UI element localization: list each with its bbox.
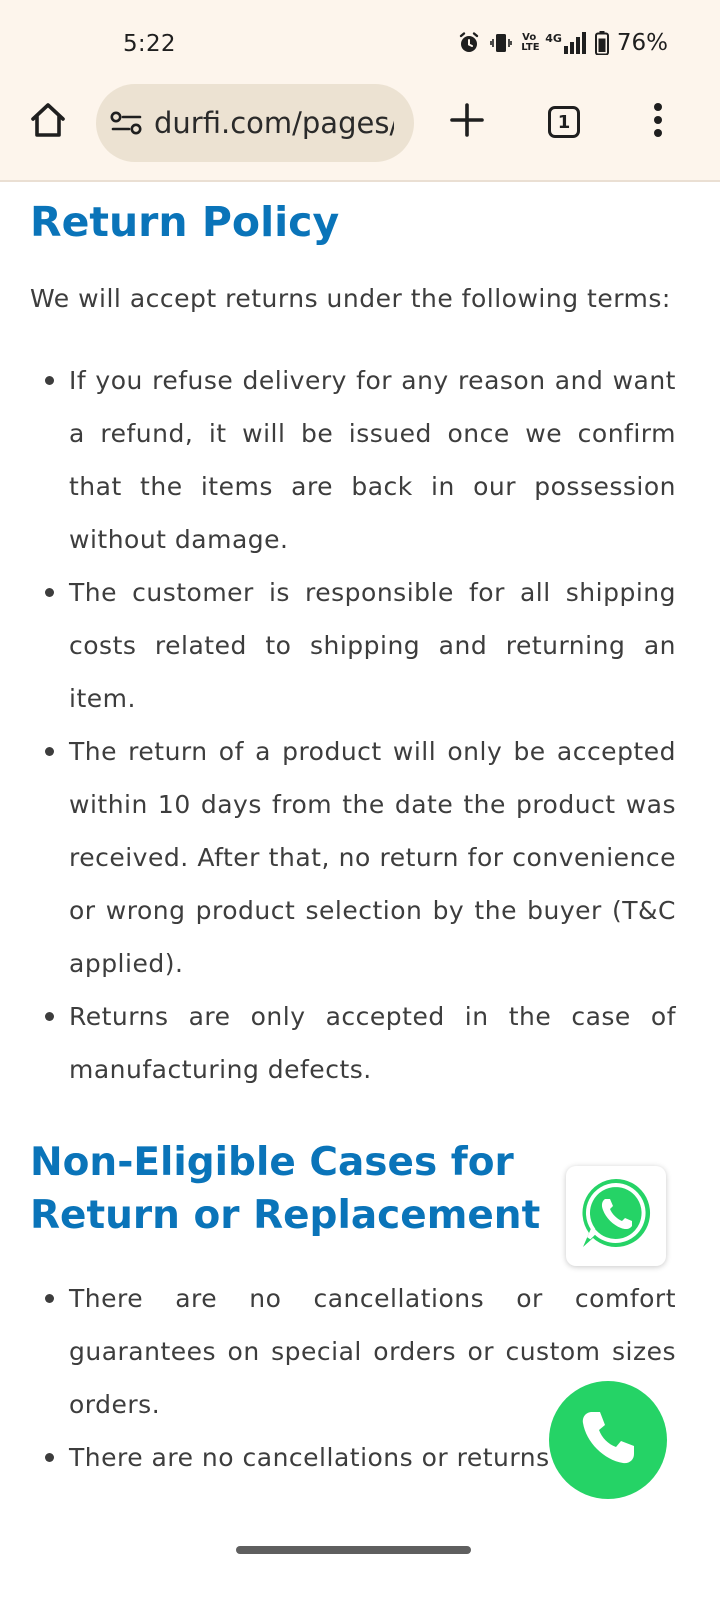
status-icons: Vo LTE 4G 76% <box>457 30 668 56</box>
return-policy-heading: Return Policy <box>30 198 340 246</box>
address-bar[interactable]: durfi.com/pages/ <box>96 84 414 162</box>
list-item: The customer is responsible for all ship… <box>30 566 676 725</box>
url-text: durfi.com/pages/ <box>154 106 394 140</box>
tab-switcher-icon: 1 <box>548 106 580 138</box>
volte-icon: Vo LTE <box>521 33 540 53</box>
list-item: Returns are only accepted in the case of… <box>30 990 676 1096</box>
whatsapp-button[interactable] <box>566 1166 666 1266</box>
page-content: Return Policy We will accept returns und… <box>30 182 676 1484</box>
signal-icon: 4G <box>545 32 587 54</box>
browser-chrome: 5:22 Vo LTE 4G 76% durfi.com/pages/ 1 <box>0 0 720 182</box>
return-terms-list: If you refuse delivery for any reason an… <box>30 354 676 1096</box>
site-settings-icon[interactable] <box>110 109 144 137</box>
vibrate-icon <box>489 31 513 55</box>
tab-switcher-button[interactable]: 1 <box>540 98 588 146</box>
whatsapp-icon <box>577 1175 655 1257</box>
intro-text: We will accept returns under the followi… <box>30 284 671 313</box>
data-type-label: 4G <box>545 32 562 45</box>
tab-count: 1 <box>557 111 571 133</box>
new-tab-icon <box>449 102 485 142</box>
more-menu-button[interactable] <box>634 98 682 146</box>
new-tab-button[interactable] <box>443 98 491 146</box>
phone-icon <box>578 1408 638 1472</box>
list-item: If you refuse delivery for any reason an… <box>30 354 676 566</box>
call-button[interactable] <box>549 1381 667 1499</box>
battery-icon <box>594 31 609 55</box>
battery-percentage: 76% <box>616 30 668 56</box>
more-menu-icon <box>652 102 664 142</box>
volte-label-bottom: LTE <box>521 42 540 53</box>
list-item: The return of a product will only be acc… <box>30 725 676 990</box>
status-time: 5:22 <box>123 31 176 57</box>
home-button[interactable] <box>24 98 72 146</box>
alarm-icon <box>457 31 481 55</box>
home-icon <box>28 100 68 144</box>
gesture-navigation-bar[interactable] <box>236 1546 471 1554</box>
